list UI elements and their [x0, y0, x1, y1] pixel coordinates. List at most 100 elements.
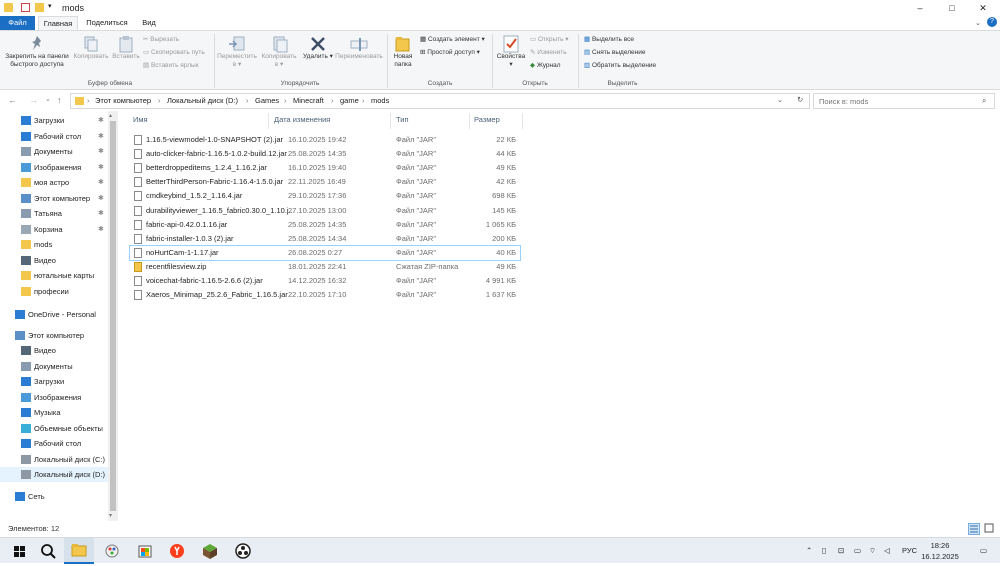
tray-usb-icon[interactable]: ⊡ [838, 546, 844, 555]
file-row[interactable]: durabilityviewer_1.16.5_fabric0.30.0_1.1… [130, 204, 520, 218]
breadcrumb-this-pc[interactable]: Этот компьютер [95, 96, 151, 105]
paste-shortcut-button[interactable]: ▤ Вставить ярлык [143, 61, 199, 70]
column-divider[interactable] [469, 113, 470, 129]
search-taskbar-icon[interactable] [33, 538, 63, 564]
yandex-browser-taskbar-icon[interactable] [162, 538, 192, 564]
tray-volume-icon[interactable]: ◁ [884, 546, 890, 555]
properties-button[interactable]: Свойства ▾ [495, 35, 527, 69]
easy-access-button[interactable]: ⊞ Простой доступ ▾ [420, 48, 480, 57]
open-button[interactable]: ▭ Открыть ▾ [530, 35, 569, 44]
file-row[interactable]: voicechat-fabric-1.16.5-2.6.6 (2).jar 14.… [130, 274, 520, 288]
breadcrumb-game[interactable]: game [340, 96, 359, 105]
back-arrow-icon[interactable]: ← [8, 95, 17, 105]
breadcrumb-games[interactable]: Games [255, 96, 279, 105]
pin-icon[interactable]: ✱ [98, 129, 104, 144]
copy-to-button[interactable]: Копировать в ▾ [259, 35, 299, 69]
search-icon[interactable]: ⌕ [982, 96, 986, 106]
new-folder-button[interactable]: Новая папка [389, 35, 417, 69]
file-explorer-taskbar-icon[interactable] [64, 538, 94, 564]
nav-item[interactable]: Документы [0, 359, 108, 374]
navigation-pane[interactable]: Загрузки ✱ Рабочий стол ✱ Документы ✱ Изображе… [0, 111, 108, 521]
nav-item[interactable]: Этот компьютер [0, 328, 108, 343]
edit-button[interactable]: ✎ Изменить [530, 48, 567, 57]
tab-home[interactable]: Главная [38, 16, 78, 30]
nav-item[interactable]: Татьяна ✱ [0, 206, 108, 221]
file-row[interactable]: BetterThirdPerson-Fabric-1.16.4-1.5.0.ja… [130, 175, 520, 189]
breadcrumb-drive-d[interactable]: Локальный диск (D:) [167, 96, 238, 105]
file-row[interactable]: noHurtCam-1-1.17.jar 26.08.2025 0:27 Файл … [129, 244, 521, 261]
history-button[interactable]: ◆ Журнал [530, 61, 561, 70]
file-row[interactable]: cmdkeybind_1.5.2_1.16.4.jar 29.10.2025 17… [130, 189, 520, 203]
file-row[interactable]: fabric-api-0.42.0.1.16.jar 25.08.2025 14:… [130, 218, 520, 232]
pin-icon[interactable]: ✱ [98, 160, 104, 175]
select-none-button[interactable]: ▤ Снять выделение [584, 48, 646, 57]
tray-notification-icon[interactable]: ▭ [854, 546, 861, 555]
nav-item[interactable]: mods [0, 237, 108, 252]
column-header-name[interactable]: Имя [133, 115, 148, 124]
pin-icon[interactable]: ✱ [98, 144, 104, 159]
nav-scrollbar-thumb[interactable] [110, 121, 116, 511]
column-divider[interactable] [390, 113, 391, 129]
search-input[interactable] [819, 97, 979, 106]
nav-item[interactable]: Музыка [0, 405, 108, 420]
nav-item[interactable]: Локальный диск (D:) [0, 467, 108, 482]
nav-item[interactable]: Сеть [0, 489, 108, 504]
up-arrow-icon[interactable]: ↑ [57, 95, 62, 105]
invert-selection-button[interactable]: ▥ Обратить выделение [584, 61, 656, 70]
nav-item[interactable]: Локальный диск (C:) [0, 452, 108, 467]
address-dropdown-icon[interactable]: ⌄ [777, 96, 783, 104]
tray-wifi-icon[interactable]: ⌔ [869, 546, 876, 556]
nav-item[interactable]: Загрузки ✱ [0, 113, 108, 128]
tab-share[interactable]: Поделиться [82, 16, 132, 30]
copy-button[interactable]: Копировать [72, 35, 110, 61]
nav-item[interactable]: Загрузки [0, 374, 108, 389]
properties-quick-icon[interactable] [21, 3, 30, 12]
pin-quick-access-button[interactable]: Закрепить на панели быстрого доступа [2, 35, 72, 69]
column-header-size[interactable]: Размер [474, 115, 500, 124]
pin-icon[interactable]: ✱ [98, 222, 104, 237]
file-row[interactable]: recentfilesview.zip 18.01.2025 22:41 Сжата… [130, 260, 520, 274]
store-taskbar-icon[interactable] [130, 538, 160, 564]
tab-file[interactable]: Файл [0, 16, 35, 30]
scroll-up-icon[interactable]: ▴ [109, 112, 112, 119]
language-indicator[interactable]: РУС [902, 546, 917, 555]
tray-chevron-up-icon[interactable]: ⌃ [806, 546, 812, 555]
nav-item[interactable]: Объемные объекты [0, 421, 108, 436]
nav-item[interactable]: Изображения [0, 390, 108, 405]
file-row[interactable]: Xaeros_Minimap_25.2.6_Fabric_1.16.5.jar 2… [130, 288, 520, 302]
scroll-down-icon[interactable]: ▾ [109, 512, 112, 519]
delete-button[interactable]: Удалить ▾ [302, 35, 334, 61]
details-view-icon[interactable] [968, 523, 980, 535]
nav-item[interactable]: Рабочий стол ✱ [0, 129, 108, 144]
file-row[interactable]: 1.16.5-viewmodel-1.0-SNAPSHOT (2).jar 16.… [130, 133, 520, 147]
ribbon-collapse-icon[interactable]: ⌄ [975, 19, 981, 27]
nav-item[interactable]: нотальные карты [0, 268, 108, 283]
nav-item[interactable]: Видео [0, 343, 108, 358]
move-to-button[interactable]: Переместить в ▾ [217, 35, 257, 69]
column-divider[interactable] [268, 113, 269, 129]
windows-start-icon[interactable] [4, 538, 34, 564]
nav-item[interactable]: Этот компьютер ✱ [0, 191, 108, 206]
address-bar[interactable]: › Этот компьютер › Локальный диск (D:) ›… [70, 93, 810, 109]
breadcrumb-mods[interactable]: mods [371, 96, 389, 105]
nav-item[interactable]: OneDrive - Personal [0, 307, 108, 322]
column-header-type[interactable]: Тип [396, 115, 409, 124]
breadcrumb-minecraft[interactable]: Minecraft [293, 96, 324, 105]
cut-button[interactable]: ✂ Вырезать [143, 35, 179, 44]
new-item-button[interactable]: ▦ Создать элемент ▾ [420, 35, 485, 44]
forward-arrow-icon[interactable]: → [29, 95, 38, 105]
pin-icon[interactable]: ✱ [98, 191, 104, 206]
nav-item[interactable]: моя астро ✱ [0, 175, 108, 190]
notifications-icon[interactable]: ▭ [980, 546, 987, 555]
obs-taskbar-icon[interactable] [228, 538, 258, 564]
pin-icon[interactable]: ✱ [98, 113, 104, 128]
nav-item[interactable]: Видео [0, 253, 108, 268]
maximize-button[interactable]: □ [937, 0, 967, 16]
nav-item[interactable]: Изображения ✱ [0, 160, 108, 175]
file-row[interactable]: betterdroppeditems_1.2.4_1.16.2.jar 16.10… [130, 161, 520, 175]
chevron-down-icon[interactable]: ▾ [48, 2, 52, 10]
nav-item[interactable]: Корзина ✱ [0, 222, 108, 237]
recent-locations-icon[interactable]: ⌄ [45, 95, 51, 103]
tray-device-icon[interactable]: ▯ [822, 546, 826, 555]
column-header-date[interactable]: Дата изменения [274, 115, 330, 124]
